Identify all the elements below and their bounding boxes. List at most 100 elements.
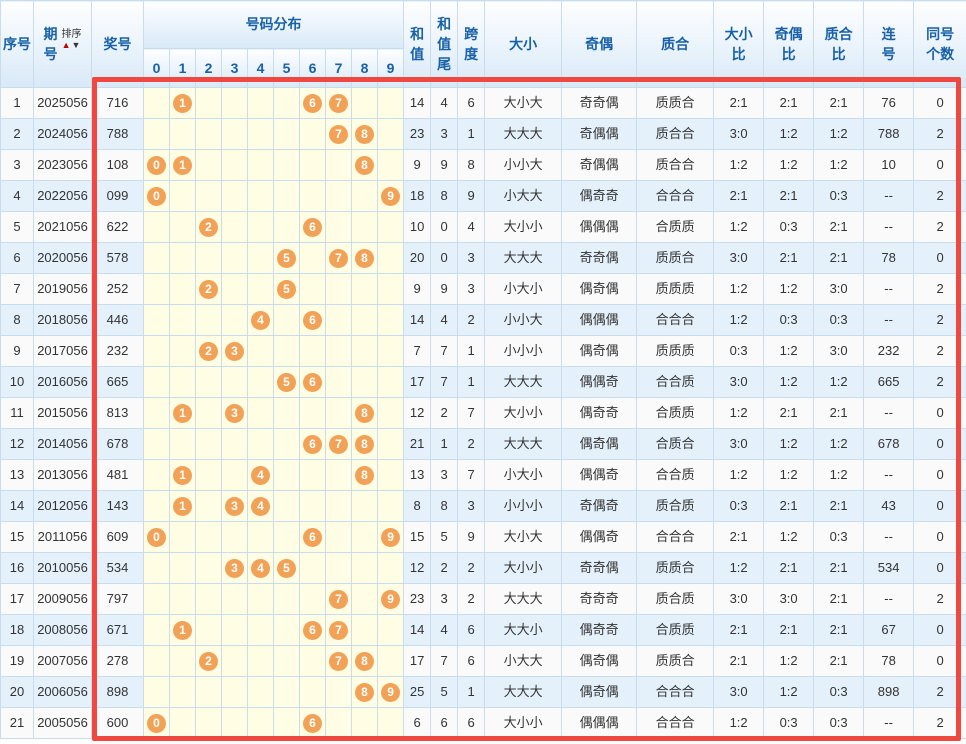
table-row: 8 2018056 446 4 6 14 4 2 小小大 偶偶偶 合合合 1:2… [0,304,966,336]
col-digit-7: 7 [325,48,352,88]
dist-cell-6 [299,676,326,708]
cell-size: 小小大 [484,304,563,336]
dist-cell-3 [221,614,248,646]
cell-sum-tail: 4 [430,614,459,646]
sort-desc-icon[interactable]: ▼ [72,40,82,50]
cell-size: 小大大 [484,645,563,677]
dist-cell-6 [299,180,326,212]
number-ball: 8 [355,404,374,424]
dist-cell-6 [299,490,326,522]
col-digit-5: 5 [273,48,300,88]
table-row: 12 2014056 678 6 7 8 21 1 2 大大大 偶奇偶 合质合 … [0,428,966,460]
cell-prize-number: 788 [91,118,144,150]
dist-cell-6 [299,645,326,677]
dist-cell-5 [273,521,300,553]
dist-cell-5 [273,583,300,615]
dist-cell-4 [247,180,274,212]
dist-cell-9 [376,614,405,646]
cell-prime: 质合质 [636,490,715,522]
cell-size: 大大小 [484,614,563,646]
dist-cell-4 [247,614,274,646]
col-serial: 序号 [0,0,34,88]
dist-cell-6 [299,397,326,429]
cell-serial: 6 [0,242,34,274]
dist-cell-7 [325,149,352,181]
number-ball: 0 [147,714,166,734]
number-ball: 0 [147,156,166,176]
cell-serial: 21 [0,707,34,739]
table-row: 2 2024056 788 7 8 23 3 1 大大大 奇偶偶 质合合 3:0… [0,118,966,150]
number-ball: 6 [303,714,322,734]
number-ball: 6 [303,528,322,548]
number-ball: 7 [329,621,348,641]
number-ball: 2 [199,280,218,300]
dist-cell-3: 3 [221,490,248,522]
cell-serial: 11 [0,397,34,429]
dist-cell-1 [169,118,196,150]
cell-prize-number: 252 [91,273,144,305]
number-ball: 4 [251,559,270,579]
cell-prime-ratio: 1:2 [813,149,865,181]
cell-serial: 20 [0,676,34,708]
cell-same-count: 0 [913,242,966,274]
dist-cell-4 [247,118,274,150]
cell-span: 2 [457,304,486,336]
cell-serial: 17 [0,583,34,615]
sort-asc-icon[interactable]: ▲ [62,40,72,50]
col-prize-number: 奖号 [91,0,144,88]
dist-cell-1 [169,428,196,460]
dist-cell-7 [325,304,352,336]
cell-parity-ratio: 2:1 [763,614,815,646]
cell-size-ratio: 3:0 [713,118,765,150]
dist-cell-6: 6 [299,211,326,243]
cell-parity-ratio: 1:2 [763,676,815,708]
dist-cell-4: 4 [247,490,274,522]
cell-size-ratio: 2:1 [713,645,765,677]
cell-issue: 2007056 [33,645,92,677]
cell-parity: 奇奇奇 [561,583,638,615]
cell-parity: 奇偶偶 [561,149,638,181]
cell-parity: 奇奇偶 [561,87,638,119]
cell-sum-tail: 8 [430,180,459,212]
cell-parity-ratio: 2:1 [763,552,815,584]
number-ball: 8 [355,125,374,145]
cell-issue: 2021056 [33,211,92,243]
dist-cell-5: 5 [273,273,300,305]
dist-cell-5: 5 [273,366,300,398]
dist-cell-4 [247,87,274,119]
dist-cell-5 [273,118,300,150]
cell-same-count: 2 [913,676,966,708]
dist-cell-7 [325,552,352,584]
cell-prime: 合质质 [636,211,715,243]
cell-sum-tail: 0 [430,211,459,243]
dist-cell-0: 0 [143,521,170,553]
dist-cell-7 [325,707,352,739]
dist-cell-6 [299,552,326,584]
cell-sum-tail: 7 [430,335,459,367]
cell-parity: 偶偶奇 [561,366,638,398]
dist-cell-5 [273,211,300,243]
cell-parity-ratio: 1:2 [763,645,815,677]
dist-cell-7 [325,490,352,522]
dist-cell-4: 4 [247,459,274,491]
cell-parity: 偶偶偶 [561,707,638,739]
sort-control[interactable]: 排序 ▲▼ [62,29,82,50]
dist-cell-9 [376,87,405,119]
cell-sum: 17 [403,645,432,677]
dist-cell-7 [325,180,352,212]
dist-cell-8 [351,211,378,243]
table-row: 9 2017056 232 2 3 7 7 1 小小小 偶奇偶 质质质 0:3 … [0,335,966,367]
dist-cell-5 [273,676,300,708]
dist-cell-0 [143,552,170,584]
cell-size-ratio: 0:3 [713,490,765,522]
cell-span: 7 [457,397,486,429]
cell-prize-number: 671 [91,614,144,646]
table-row: 1 2025056 716 1 6 7 14 4 6 大小大 奇奇偶 质质合 2… [0,87,966,119]
cell-prize-number: 609 [91,521,144,553]
dist-cell-7: 7 [325,645,352,677]
dist-cell-8 [351,180,378,212]
cell-sum-tail: 1 [430,428,459,460]
table-row: 10 2016056 665 5 6 17 7 1 大大大 偶偶奇 合合质 3:… [0,366,966,398]
cell-span: 2 [457,552,486,584]
cell-serial: 13 [0,459,34,491]
